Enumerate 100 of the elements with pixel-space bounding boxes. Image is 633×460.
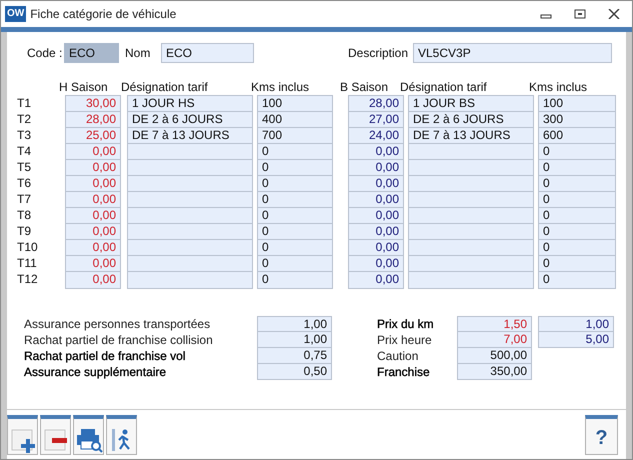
table-cell[interactable]	[128, 256, 252, 272]
table-cell[interactable]: 700	[258, 128, 332, 144]
table-cell[interactable]: 0	[539, 224, 615, 240]
description-field[interactable]: VL5CV3P	[413, 43, 612, 63]
table-cell[interactable]: 0	[258, 224, 332, 240]
table-cell[interactable]: 0	[258, 208, 332, 224]
table-cell[interactable]: 0	[539, 208, 615, 224]
table-cell[interactable]	[409, 160, 533, 176]
table-cell[interactable]: 0,00	[349, 272, 403, 288]
table-cell[interactable]: 0	[258, 160, 332, 176]
table-cell[interactable]: 0,00	[66, 240, 120, 256]
table-cell[interactable]: DE 7 à 13 JOURS	[128, 128, 252, 144]
price-field[interactable]: 500,00	[457, 348, 532, 364]
table-cell[interactable]: 0,00	[349, 224, 403, 240]
column-header: H Saison	[59, 79, 109, 94]
table-cell[interactable]: 0,00	[349, 208, 403, 224]
table-cell[interactable]: 0,00	[66, 208, 120, 224]
table-cell[interactable]: 0	[539, 256, 615, 272]
table-cell[interactable]: 0,00	[66, 144, 120, 160]
table-cell[interactable]: 1 JOUR BS	[409, 96, 533, 112]
table-cell[interactable]	[409, 176, 533, 192]
table-cell[interactable]	[128, 160, 252, 176]
table-cell[interactable]	[128, 208, 252, 224]
insurance-label: Rachat partiel de franchise collision	[24, 332, 214, 349]
table-cell[interactable]	[128, 224, 252, 240]
table-cell[interactable]: 0	[258, 240, 332, 256]
table-cell[interactable]: 0,00	[349, 160, 403, 176]
table-cell[interactable]	[128, 272, 252, 288]
table-cell[interactable]: 0,00	[349, 144, 403, 160]
table-cell[interactable]: 0	[539, 144, 615, 160]
table-cell[interactable]	[409, 256, 533, 272]
table-cell[interactable]: 0,00	[349, 176, 403, 192]
table-cell[interactable]	[409, 272, 533, 288]
toolbar-button[interactable]	[106, 414, 137, 454]
price-field[interactable]: 1,50	[457, 316, 532, 332]
row-label: T1	[17, 96, 32, 112]
table-cell[interactable]: 0	[258, 144, 332, 160]
table-cell[interactable]: 0,00	[66, 256, 120, 272]
table-cell[interactable]: 30,00	[66, 96, 120, 112]
price-field[interactable]: 7,00	[457, 332, 532, 348]
table-cell[interactable]: 100	[258, 96, 332, 112]
table-cell[interactable]: 0,00	[66, 272, 120, 288]
table-cell[interactable]: 28,00	[349, 96, 403, 112]
field-label: Code :	[27, 45, 64, 62]
table-cell[interactable]: 27,00	[349, 112, 403, 128]
table-cell[interactable]: 600	[539, 128, 615, 144]
insurance-field[interactable]: 0,75	[257, 348, 332, 364]
table-cell[interactable]: 0	[258, 176, 332, 192]
table-cell[interactable]: 0	[258, 256, 332, 272]
toolbar-button[interactable]	[40, 414, 71, 454]
table-cell[interactable]	[409, 144, 533, 160]
help-button[interactable]: ?	[585, 414, 618, 454]
insurance-label: Assurance supplémentaire	[24, 364, 168, 381]
table-cell[interactable]	[128, 192, 252, 208]
table-cell[interactable]: 0,00	[66, 176, 120, 192]
table-cell[interactable]	[128, 144, 252, 160]
table-cell[interactable]: 0,00	[66, 192, 120, 208]
insurance-field[interactable]: 1,00	[257, 332, 332, 348]
table-cell[interactable]	[409, 208, 533, 224]
table-cell[interactable]: DE 2 à 6 JOURS	[409, 112, 533, 128]
table-cell[interactable]	[128, 240, 252, 256]
name-field[interactable]: ECO	[161, 43, 254, 63]
table-cell[interactable]: 0	[539, 240, 615, 256]
table-cell[interactable]: 0,00	[66, 224, 120, 240]
price-field[interactable]: 5,00	[538, 332, 614, 348]
table-cell[interactable]: 0	[539, 176, 615, 192]
column-header: Kms inclus	[529, 79, 588, 94]
table-cell[interactable]: 0,00	[349, 256, 403, 272]
price-field[interactable]: 1,00	[538, 316, 614, 332]
table-cell[interactable]: 0	[539, 272, 615, 288]
table-cell[interactable]	[409, 192, 533, 208]
insurance-field[interactable]: 0,50	[257, 364, 332, 380]
table-cell[interactable]: 0	[258, 272, 332, 288]
table-cell[interactable]	[409, 240, 533, 256]
code-field[interactable]: ECO	[64, 43, 119, 63]
table-cell[interactable]: 28,00	[66, 112, 120, 128]
table-cell[interactable]	[128, 176, 252, 192]
toolbar-button[interactable]	[73, 414, 104, 454]
table-cell[interactable]	[409, 224, 533, 240]
table-cell[interactable]: 300	[539, 112, 615, 128]
row-label: T6	[17, 176, 32, 192]
table-cell[interactable]: 25,00	[66, 128, 120, 144]
restore-icon[interactable]	[574, 9, 586, 19]
table-cell[interactable]: 0,00	[66, 160, 120, 176]
app-logo: OW	[5, 6, 26, 22]
table-cell[interactable]: DE 2 à 6 JOURS	[128, 112, 252, 128]
table-cell[interactable]: 0,00	[349, 192, 403, 208]
toolbar-button[interactable]	[7, 414, 38, 454]
table-cell[interactable]: 100	[539, 96, 615, 112]
close-icon[interactable]	[608, 9, 620, 19]
table-cell[interactable]: 1 JOUR HS	[128, 96, 252, 112]
table-cell[interactable]: 24,00	[349, 128, 403, 144]
insurance-field[interactable]: 1,00	[257, 316, 332, 332]
table-cell[interactable]: 0	[539, 192, 615, 208]
price-field[interactable]: 350,00	[457, 364, 532, 380]
table-cell[interactable]: 0,00	[349, 240, 403, 256]
table-cell[interactable]: 0	[539, 160, 615, 176]
table-cell[interactable]: 0	[258, 192, 332, 208]
table-cell[interactable]: DE 7 à 13 JOURS	[409, 128, 533, 144]
table-cell[interactable]: 400	[258, 112, 332, 128]
